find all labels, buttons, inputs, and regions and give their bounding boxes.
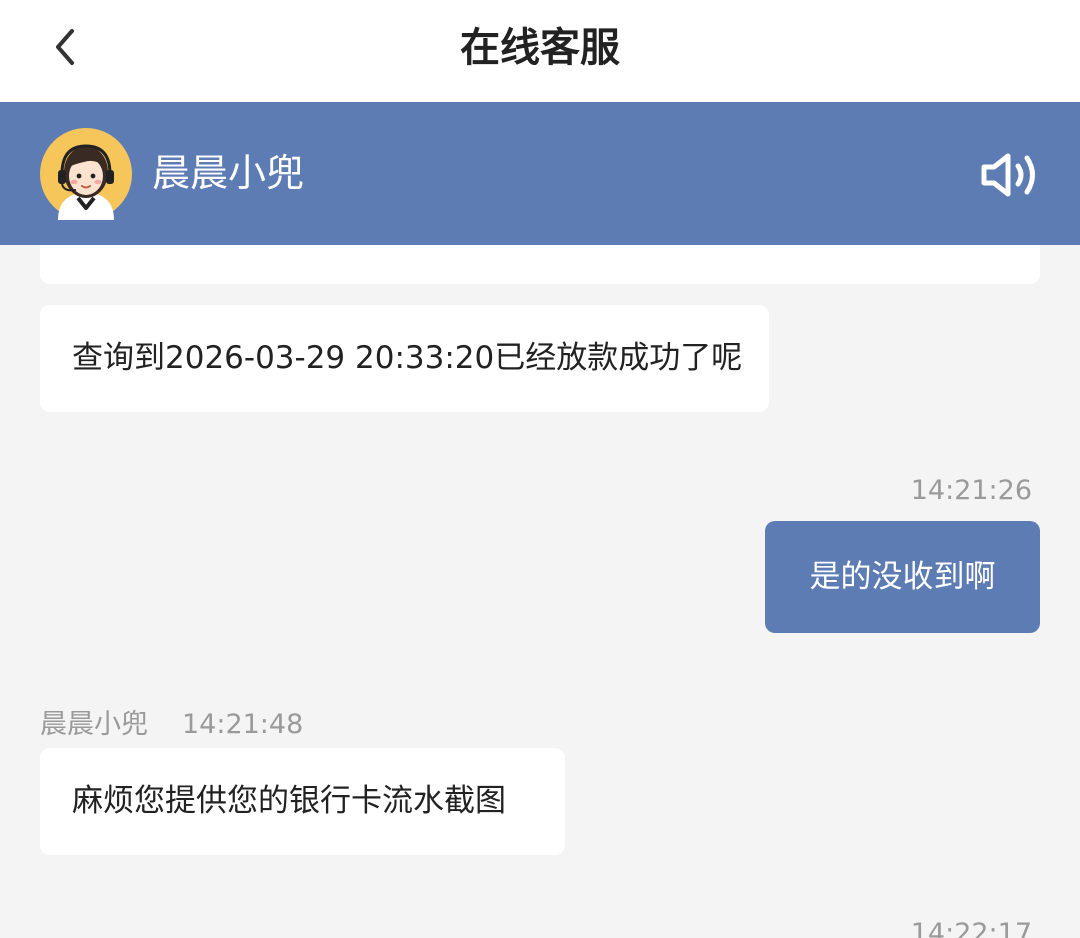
message-timestamp: 14:21:48 — [182, 709, 304, 740]
message-timestamp: 14:22:17 — [910, 918, 1032, 938]
top-navigation-bar: 在线客服 — [0, 0, 1080, 102]
chat-message-list[interactable]: 查询到2026-03-29 20:33:20已经放款成功了呢 14:21:26 … — [0, 245, 1080, 938]
previous-message-bubble — [40, 245, 1040, 284]
customer-service-avatar-icon — [40, 128, 132, 220]
user-message-bubble: 是的没收到啊 — [765, 521, 1040, 633]
page-title: 在线客服 — [460, 25, 620, 71]
message-timestamp: 14:21:26 — [910, 475, 1032, 506]
agent-info-bar: 晨晨小兜 — [0, 102, 1080, 245]
agent-message-bubble: 查询到2026-03-29 20:33:20已经放款成功了呢 — [40, 305, 769, 412]
agent-message-bubble: 麻烦您提供您的银行卡流水截图 — [40, 748, 565, 855]
agent-name: 晨晨小兜 — [152, 151, 305, 195]
speaker-icon — [981, 153, 1035, 197]
message-sender-line: 晨晨小兜 14:21:48 — [40, 702, 303, 741]
message-sender-name: 晨晨小兜 — [40, 709, 148, 740]
agent-avatar[interactable] — [40, 128, 132, 220]
sound-toggle-button[interactable] — [978, 150, 1042, 200]
